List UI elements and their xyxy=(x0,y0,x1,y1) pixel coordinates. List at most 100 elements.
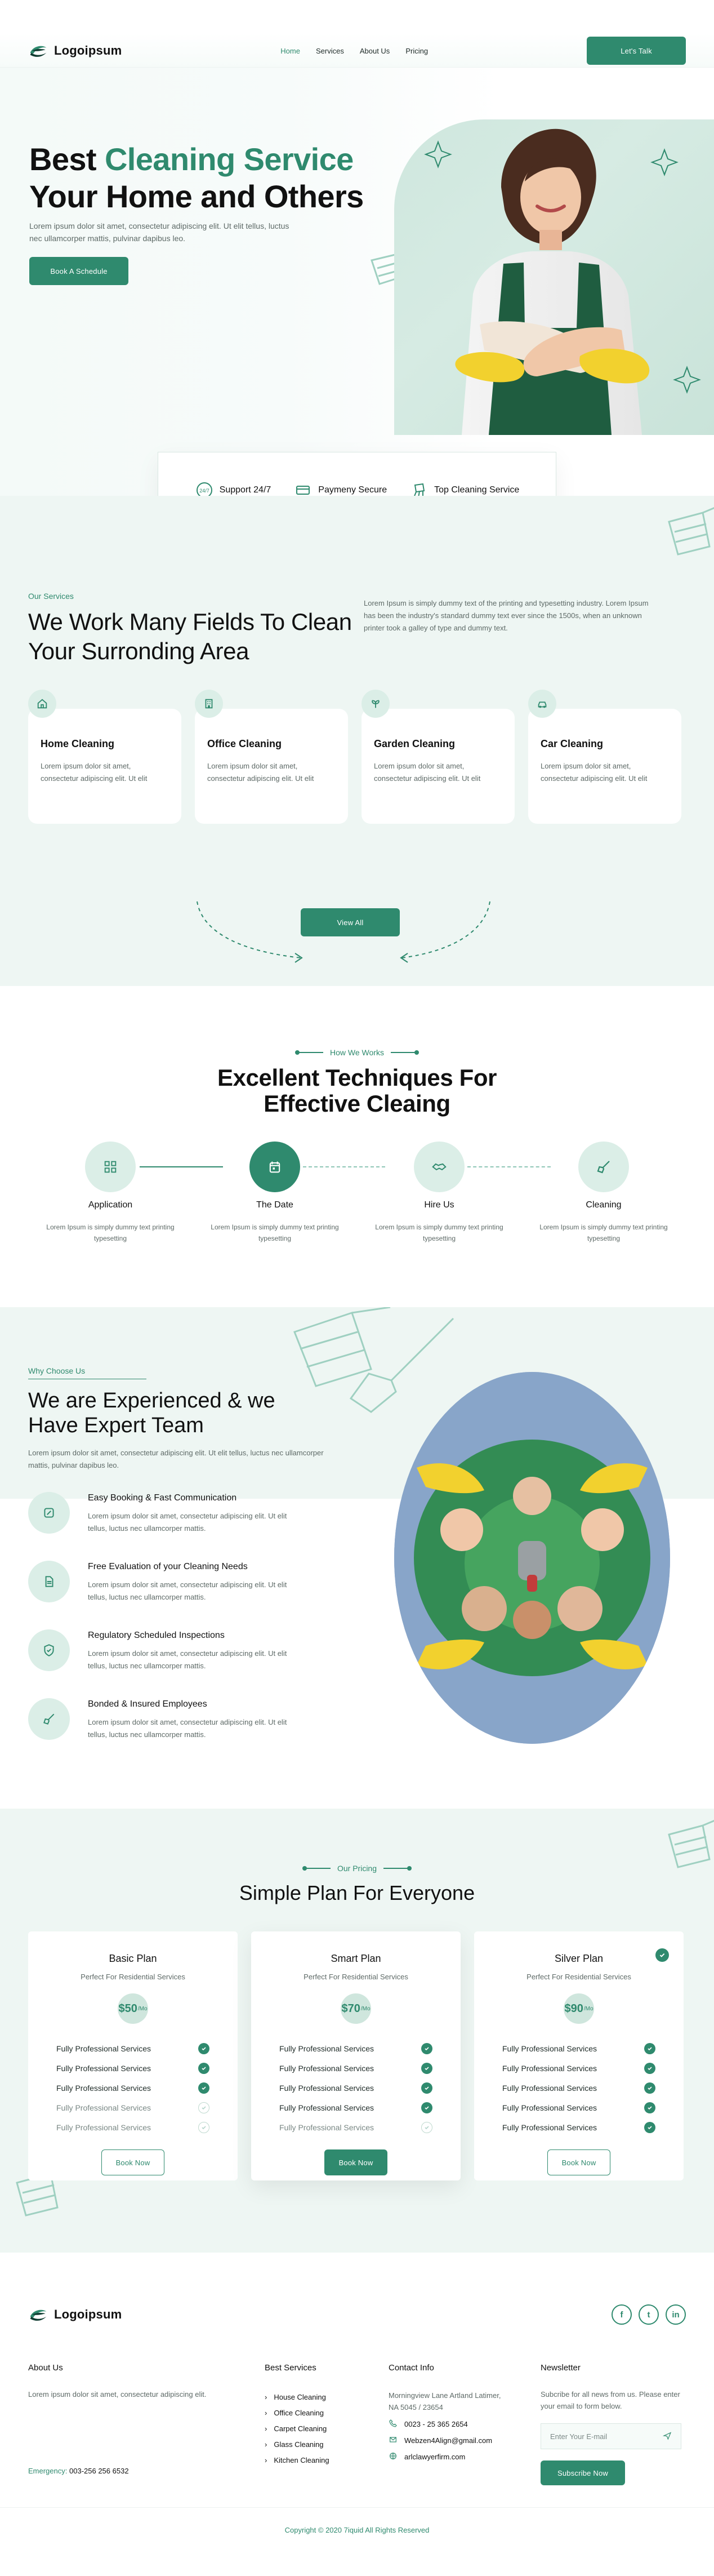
footer-service-label: House Cleaning xyxy=(274,2393,326,2401)
footer-about-text: Lorem ipsum dolor sit amet, consectetur … xyxy=(28,2390,207,2399)
broom-icon xyxy=(578,1142,629,1192)
handshake-icon xyxy=(414,1142,465,1192)
step-label: Application xyxy=(88,1200,133,1210)
footer-service-label: Office Cleaning xyxy=(274,2409,324,2417)
service-title: Garden Cleaning xyxy=(374,738,456,749)
grid-icon xyxy=(85,1142,136,1192)
plan-price-unit: /Mo xyxy=(583,2005,593,2012)
subscribe-button[interactable]: Subscribe Now xyxy=(541,2460,625,2485)
newsletter-email-input[interactable]: Enter Your E-mail xyxy=(541,2423,681,2449)
service-card-office[interactable]: Office Cleaning Lorem ipsum dolor sit am… xyxy=(195,690,348,824)
services-section: Our Services We Work Many Fields To Clea… xyxy=(0,496,714,986)
step-the-date: The Date Lorem Ipsum is simply dummy tex… xyxy=(193,1142,357,1244)
check-icon xyxy=(421,2082,432,2094)
footer-website-row[interactable]: arlclawyerfirm.com xyxy=(389,2451,541,2462)
footer-about-column: About Us Lorem ipsum dolor sit amet, con… xyxy=(28,2363,265,2485)
how-we-work-section: How We Works Excellent Techniques For Ef… xyxy=(0,986,714,1307)
hero-features-bar: 24/7 Support 24/7 Paymeny Secure Top Cle… xyxy=(158,452,556,496)
plan-feature-label: Fully Professional Services xyxy=(502,2083,597,2093)
eyebrow-line-left xyxy=(302,1866,331,1871)
facebook-icon[interactable]: f xyxy=(612,2304,632,2325)
twitter-icon[interactable]: t xyxy=(639,2304,659,2325)
plan-feature: Fully Professional Services xyxy=(56,2038,209,2058)
book-now-button[interactable]: Book Now xyxy=(547,2149,610,2175)
check-icon xyxy=(644,2102,655,2113)
footer-address: Morningview Lane Artland Latimer, NA 504… xyxy=(389,2391,501,2411)
check-icon xyxy=(198,2121,209,2133)
footer-services-title: Best Services xyxy=(265,2363,316,2373)
plan-tag: Perfect For Residential Services xyxy=(81,1973,185,1981)
why-eyebrow: Why Choose Us xyxy=(28,1366,86,1375)
plan-features: Fully Professional Services Fully Profes… xyxy=(279,2038,432,2137)
service-card-car[interactable]: Car Cleaning Lorem ipsum dolor sit amet,… xyxy=(528,690,681,824)
plan-feature-label: Fully Professional Services xyxy=(56,2103,151,2112)
steps: Application Lorem Ipsum is simply dummy … xyxy=(28,1142,686,1244)
plan-feature-label: Fully Professional Services xyxy=(56,2122,151,2132)
copyright-text: Copyright © 2020 7iquid All Rights Reser… xyxy=(284,2526,430,2534)
lets-talk-button[interactable]: Let's Talk xyxy=(587,37,686,65)
services-title: We Work Many Fields To Clean Your Surron… xyxy=(28,609,352,664)
plan-feature: Fully Professional Services xyxy=(502,2078,655,2098)
book-schedule-button[interactable]: Book A Schedule xyxy=(29,257,128,285)
logo[interactable]: Logoipsum xyxy=(28,41,122,61)
footer-service-link[interactable]: › Kitchen Cleaning xyxy=(265,2453,389,2468)
footer-service-link[interactable]: › House Cleaning xyxy=(265,2390,389,2405)
check-icon xyxy=(644,2062,655,2074)
check-icon xyxy=(198,2102,209,2113)
footer-service-label: Carpet Cleaning xyxy=(274,2424,327,2433)
nav-about-us[interactable]: About Us xyxy=(360,47,390,55)
phone-icon xyxy=(389,2419,398,2430)
footer-phone-row[interactable]: 0023 - 25 365 2654 xyxy=(389,2419,541,2430)
service-card-garden[interactable]: Garden Cleaning Lorem ipsum dolor sit am… xyxy=(362,690,515,824)
footer-newsletter-text: Subcribe for all news from us. Please en… xyxy=(541,2390,680,2410)
nav-services[interactable]: Services xyxy=(316,47,344,55)
plan-feature: Fully Professional Services xyxy=(56,2098,209,2117)
why-item-title: Regulatory Scheduled Inspections xyxy=(88,1631,225,1640)
service-text: Lorem ipsum dolor sit amet, consectetur … xyxy=(541,762,648,783)
services-container: Our Services We Work Many Fields To Clea… xyxy=(28,592,686,963)
step-label: Cleaning xyxy=(586,1200,622,1210)
why-choose-us-section: Why Choose Us We are Experienced & we Ha… xyxy=(0,1307,714,1809)
pricing-title: Simple Plan For Everyone xyxy=(239,1881,475,1904)
why-title: We are Experienced & we Have Expert Team xyxy=(28,1389,275,1437)
nav-home[interactable]: Home xyxy=(280,47,300,55)
footer-phone: 0023 - 25 365 2654 xyxy=(404,2420,468,2428)
plan-smart: Smart Plan Perfect For Residential Servi… xyxy=(251,1931,461,2180)
home-icon xyxy=(28,690,56,718)
book-now-button[interactable]: Book Now xyxy=(324,2149,387,2175)
pricing-plans: Basic Plan Perfect For Residential Servi… xyxy=(28,1931,686,2180)
footer-service-link[interactable]: › Glass Cleaning xyxy=(265,2437,389,2453)
service-title: Car Cleaning xyxy=(541,738,604,749)
plan-features: Fully Professional Services Fully Profes… xyxy=(502,2038,655,2137)
cleaning-icon xyxy=(409,481,429,496)
footer-email-row[interactable]: Webzen4Align@gmail.com xyxy=(389,2435,541,2446)
book-now-button[interactable]: Book Now xyxy=(101,2149,164,2175)
logo-icon xyxy=(30,2309,47,2321)
plan-price-unit: /Mo xyxy=(137,2005,148,2012)
footer-service-link[interactable]: › Office Cleaning xyxy=(265,2405,389,2421)
linkedin-icon[interactable]: in xyxy=(666,2304,686,2325)
plan-price-value: $70 xyxy=(341,2002,360,2015)
plan-features: Fully Professional Services Fully Profes… xyxy=(56,2038,209,2137)
why-item-text: Lorem ipsum dolor sit amet, consectetur … xyxy=(88,1718,287,1739)
footer-service-link[interactable]: › Carpet Cleaning xyxy=(265,2421,389,2437)
emergency-phone[interactable]: 003-256 256 6532 xyxy=(69,2467,129,2475)
service-card-home[interactable]: Home Cleaning Lorem ipsum dolor sit amet… xyxy=(28,690,181,824)
nav-pricing[interactable]: Pricing xyxy=(405,47,428,55)
step-text: Lorem Ipsum is simply dummy text printin… xyxy=(211,1223,339,1242)
footer-logo[interactable]: Logoipsum xyxy=(28,2304,122,2325)
step-text: Lorem Ipsum is simply dummy text printin… xyxy=(375,1223,503,1242)
step-cleaning: Cleaning Lorem Ipsum is simply dummy tex… xyxy=(521,1142,686,1244)
view-all-button[interactable]: View All xyxy=(301,908,400,936)
feature-support-label: Support 24/7 xyxy=(219,485,271,495)
globe-icon xyxy=(389,2451,398,2462)
how-container: How We Works Excellent Techniques For Ef… xyxy=(28,1048,686,1244)
check-icon xyxy=(421,2042,432,2054)
pricing-eyebrow-text: Our Pricing xyxy=(337,1864,377,1873)
hero-section: Best Cleaning Service Your Home and Othe… xyxy=(0,68,714,496)
service-text: Lorem ipsum dolor sit amet, consectetur … xyxy=(41,762,148,783)
plan-price: $50/Mo xyxy=(118,1993,148,2024)
check-icon xyxy=(421,2121,432,2133)
step-application: Application Lorem Ipsum is simply dummy … xyxy=(28,1142,193,1244)
footer-newsletter-title: Newsletter xyxy=(541,2363,581,2373)
